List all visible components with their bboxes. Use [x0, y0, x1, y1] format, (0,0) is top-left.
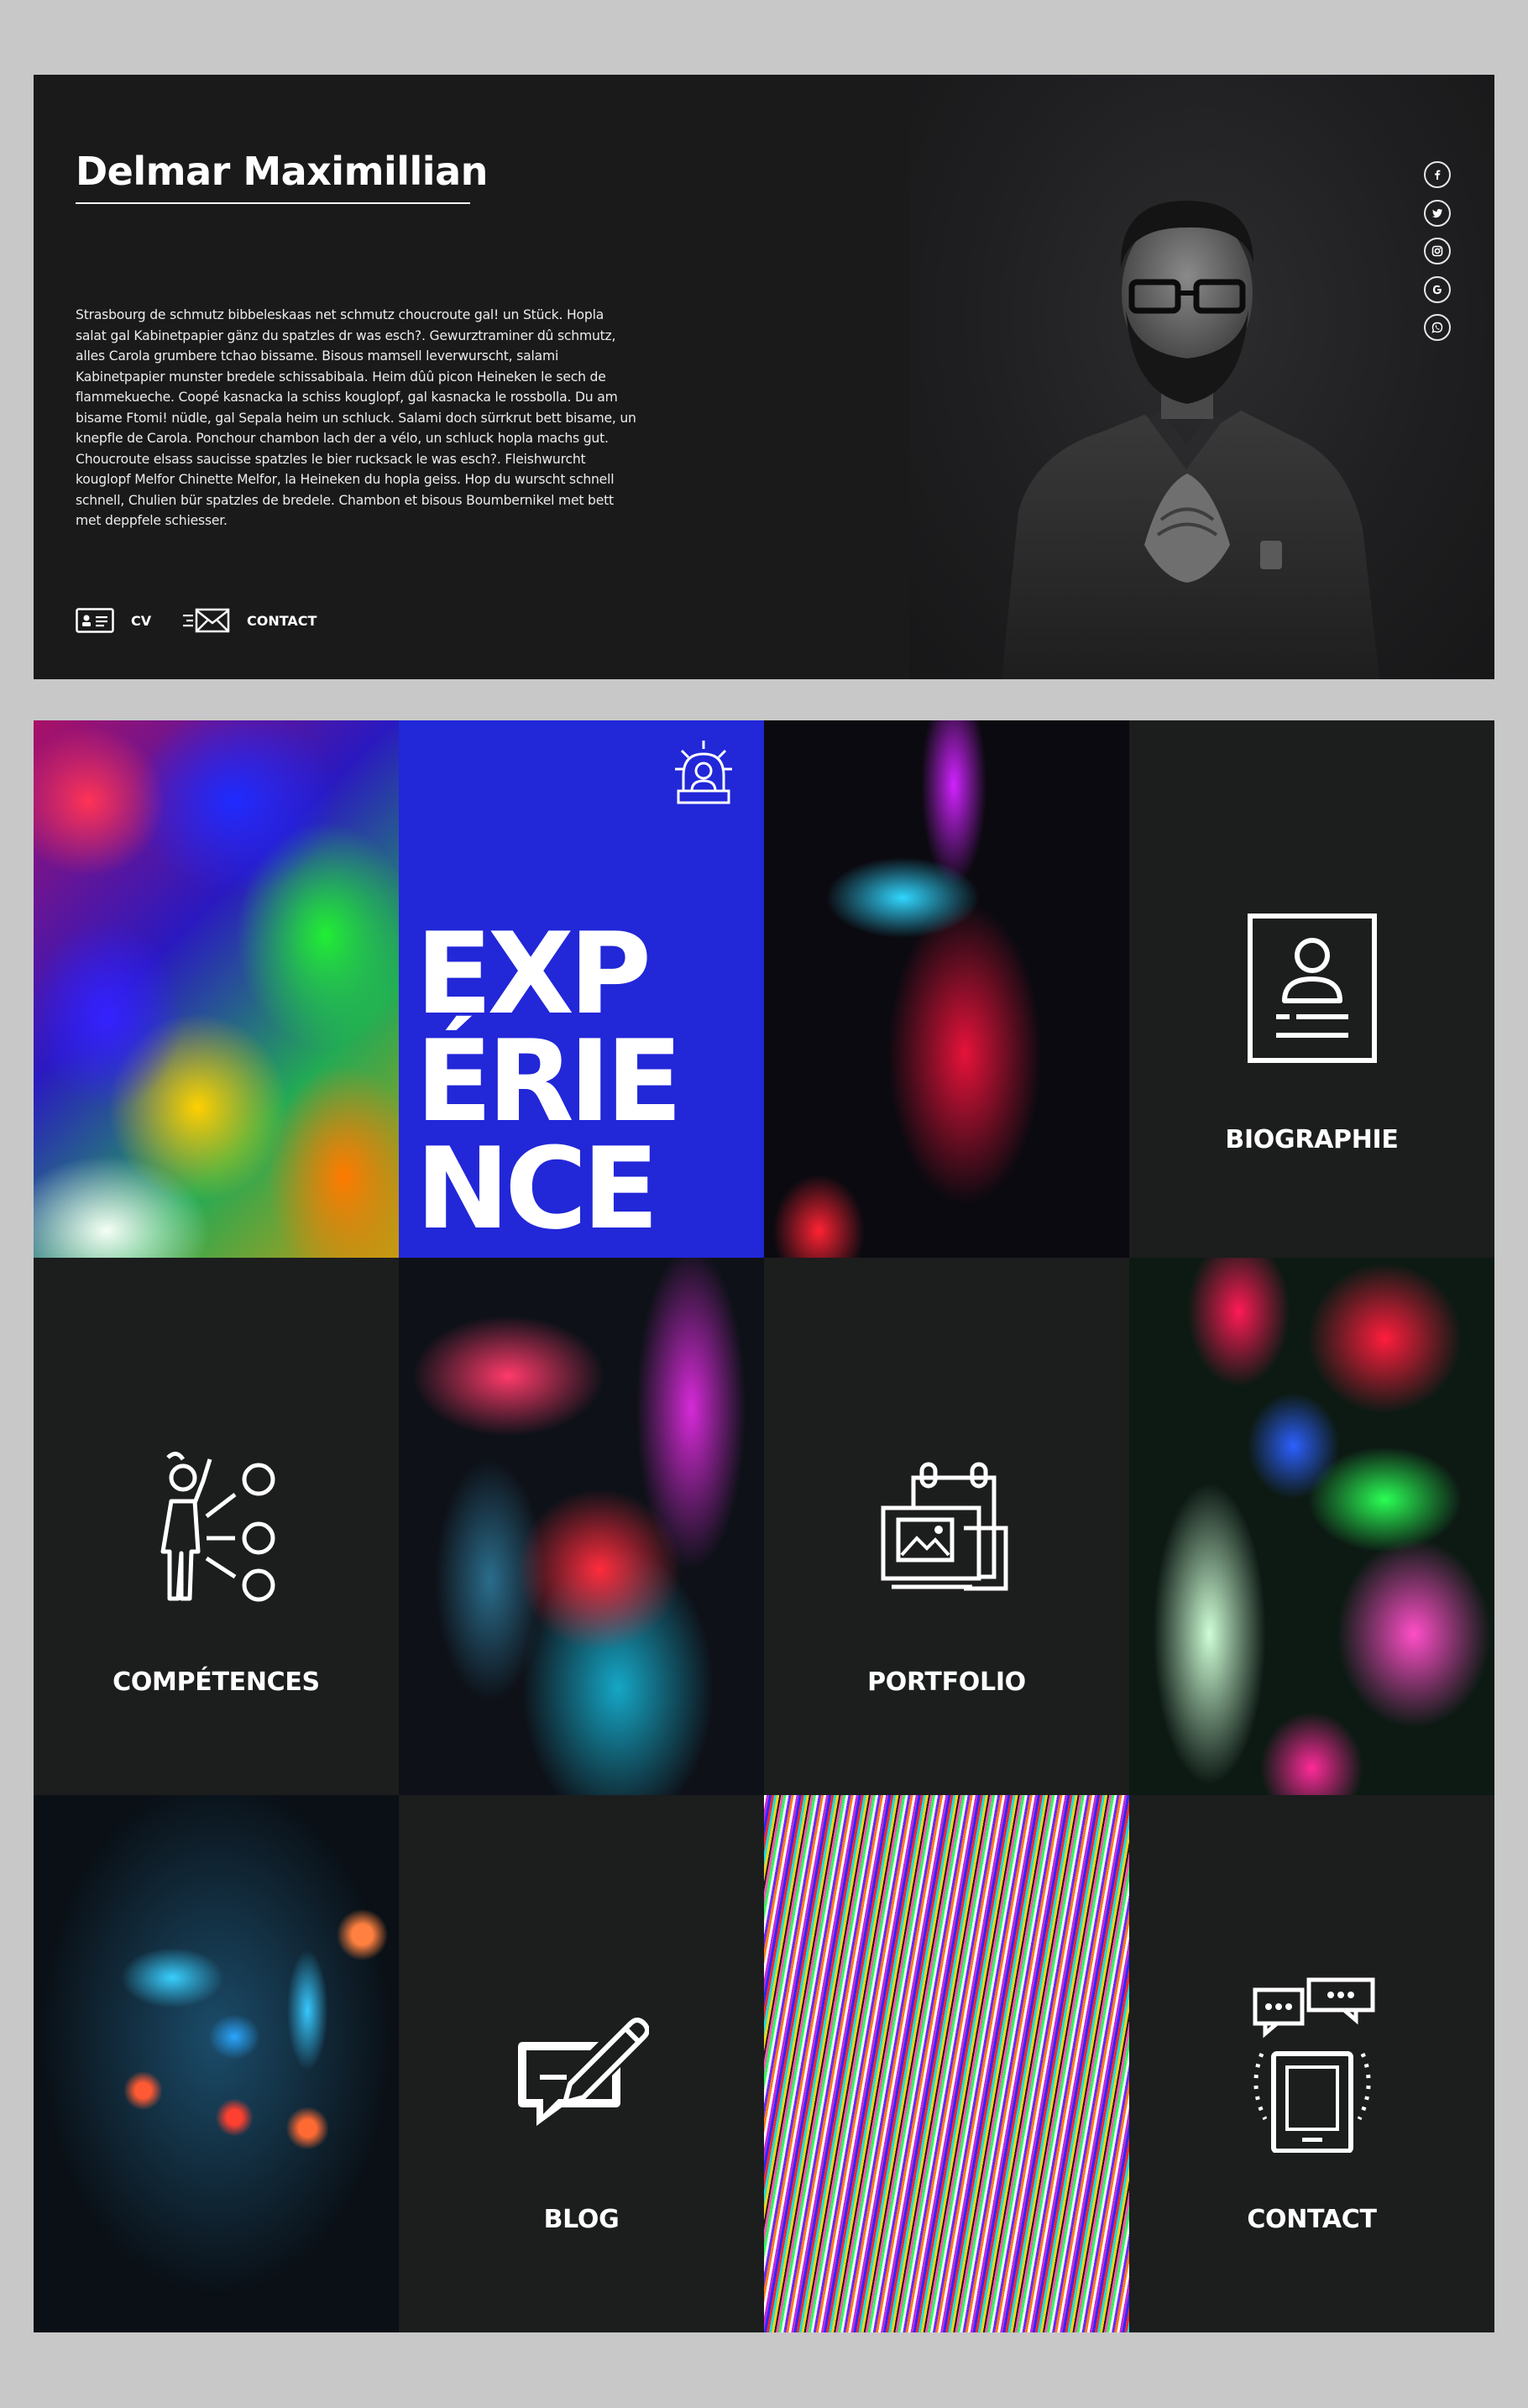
resume-document-icon	[1247, 913, 1377, 1063]
biographie-label: BIOGRAPHIE	[1225, 1125, 1399, 1154]
photo-tile-blurred-lights	[34, 720, 399, 1258]
contact-tile[interactable]: CONTACT	[1129, 1795, 1494, 2332]
photo-tile-motion-blur	[399, 1258, 764, 1795]
blog-label: BLOG	[543, 2205, 620, 2234]
contact-tile-label: CONTACT	[1247, 2205, 1377, 2234]
profile-bio: Strasbourg de schmutz bibbeleskaas net s…	[76, 307, 636, 528]
experience-title-line-1: EXP	[416, 908, 651, 1039]
biographie-tile[interactable]: BIOGRAPHIE	[1129, 720, 1494, 1258]
portrait-silhouette	[1002, 201, 1379, 679]
contact-label: CONTACT	[247, 612, 317, 629]
portfolio-label: PORTFOLIO	[867, 1667, 1026, 1697]
profile-header: Delmar Maximillian Strasbourg de schmutz…	[34, 75, 1494, 679]
experience-title-line-2: ÉRIE	[416, 1016, 683, 1147]
send-mail-icon	[183, 608, 230, 633]
experience-title-line-3: NCE	[416, 1123, 659, 1254]
profile-info-panel: Delmar Maximillian Strasbourg de schmutz…	[34, 75, 909, 679]
presentation-skills-icon	[160, 1452, 275, 1602]
cv-button[interactable]: CV	[76, 604, 151, 637]
photo-tile-bokeh	[1129, 1258, 1494, 1795]
professional-badge-icon	[675, 741, 732, 804]
cv-label: CV	[131, 612, 152, 629]
id-card-icon	[76, 608, 114, 633]
experience-title: EXP ÉRIE NCE	[416, 908, 683, 1254]
blog-write-icon	[517, 2018, 649, 2126]
name-underline	[76, 202, 470, 204]
experience-tile[interactable]: EXP ÉRIE NCE	[399, 720, 764, 1258]
photo-tile-light-trails	[764, 720, 1129, 1258]
portfolio-tile[interactable]: PORTFOLIO	[764, 1258, 1129, 1795]
profile-name: Delmar Maximillian	[76, 149, 488, 194]
twitter-icon[interactable]	[1424, 199, 1451, 227]
photo-tile-neon-lines	[764, 1795, 1129, 2332]
google-icon[interactable]	[1424, 275, 1451, 303]
profile-photo	[909, 75, 1494, 679]
blog-tile[interactable]: BLOG	[399, 1795, 764, 2332]
portfolio-folder-icon	[881, 1462, 1007, 1591]
contact-button[interactable]: CONTACT	[181, 604, 317, 637]
facebook-icon[interactable]	[1424, 161, 1451, 188]
instagram-icon[interactable]	[1424, 238, 1451, 264]
social-links	[1424, 161, 1451, 353]
mobile-chat-icon	[1253, 1977, 1374, 2153]
competences-tile[interactable]: COMPÉTENCES	[34, 1258, 399, 1795]
navigation-grid: EXP ÉRIE NCE BIOGRAPHIE COMPÉTENCES PORT…	[34, 720, 1494, 2332]
photo-tile-rainy-window	[34, 1795, 399, 2332]
competences-label: COMPÉTENCES	[113, 1667, 320, 1697]
whatsapp-icon[interactable]	[1424, 314, 1451, 341]
